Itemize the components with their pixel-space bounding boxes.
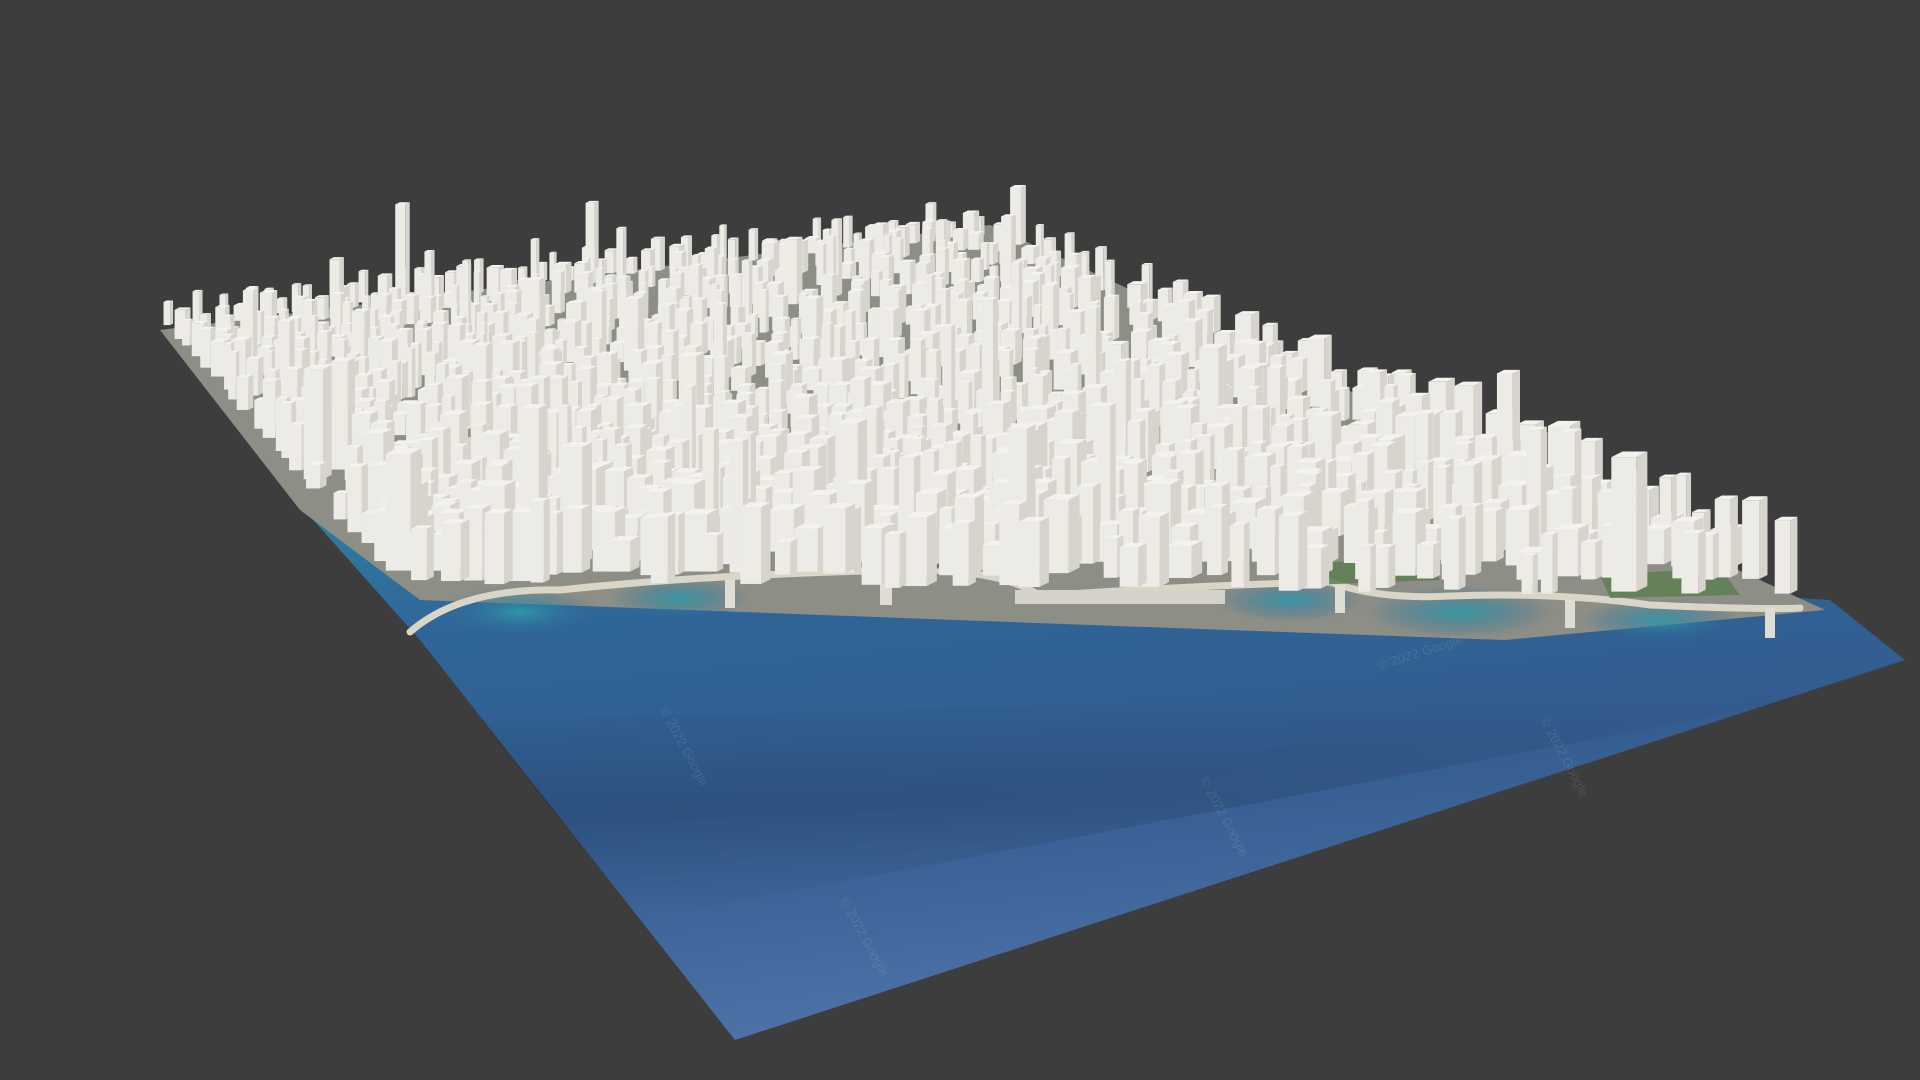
building bbox=[759, 288, 769, 333]
building bbox=[182, 318, 194, 346]
city-model-scene[interactable]: © 2022 Google © 2022 Google © 2022 Googl… bbox=[0, 0, 1920, 1080]
building bbox=[971, 257, 984, 283]
building bbox=[1580, 539, 1603, 580]
building bbox=[1521, 552, 1538, 594]
building bbox=[236, 374, 254, 411]
building bbox=[1018, 516, 1049, 587]
building bbox=[904, 511, 937, 587]
city-buildings bbox=[163, 185, 1798, 594]
building bbox=[1374, 543, 1396, 588]
3d-viewport[interactable]: © 2022 Google © 2022 Google © 2022 Googl… bbox=[0, 0, 1920, 1080]
building bbox=[1119, 542, 1147, 587]
building bbox=[1681, 529, 1706, 594]
building bbox=[823, 503, 856, 574]
building bbox=[774, 538, 798, 575]
building bbox=[473, 270, 482, 306]
building bbox=[748, 228, 759, 261]
building bbox=[843, 215, 853, 248]
building bbox=[884, 530, 907, 588]
building bbox=[163, 300, 174, 326]
building bbox=[952, 519, 976, 586]
building bbox=[411, 525, 434, 581]
building bbox=[1540, 531, 1558, 594]
building bbox=[306, 461, 327, 489]
building bbox=[626, 256, 638, 274]
building bbox=[1611, 451, 1648, 592]
building bbox=[562, 504, 591, 573]
building bbox=[608, 535, 640, 572]
building bbox=[1278, 511, 1308, 591]
building bbox=[1417, 541, 1441, 579]
building bbox=[484, 508, 513, 585]
building bbox=[1167, 540, 1203, 579]
building bbox=[1742, 496, 1768, 579]
building bbox=[616, 226, 627, 284]
building bbox=[530, 497, 550, 583]
building bbox=[1443, 515, 1466, 590]
building bbox=[740, 502, 771, 584]
building bbox=[650, 512, 676, 584]
building bbox=[703, 532, 724, 572]
building bbox=[1207, 503, 1228, 576]
building bbox=[1231, 521, 1250, 587]
building bbox=[1774, 516, 1798, 594]
building bbox=[1358, 543, 1376, 592]
building bbox=[1043, 494, 1080, 574]
building bbox=[440, 519, 470, 582]
